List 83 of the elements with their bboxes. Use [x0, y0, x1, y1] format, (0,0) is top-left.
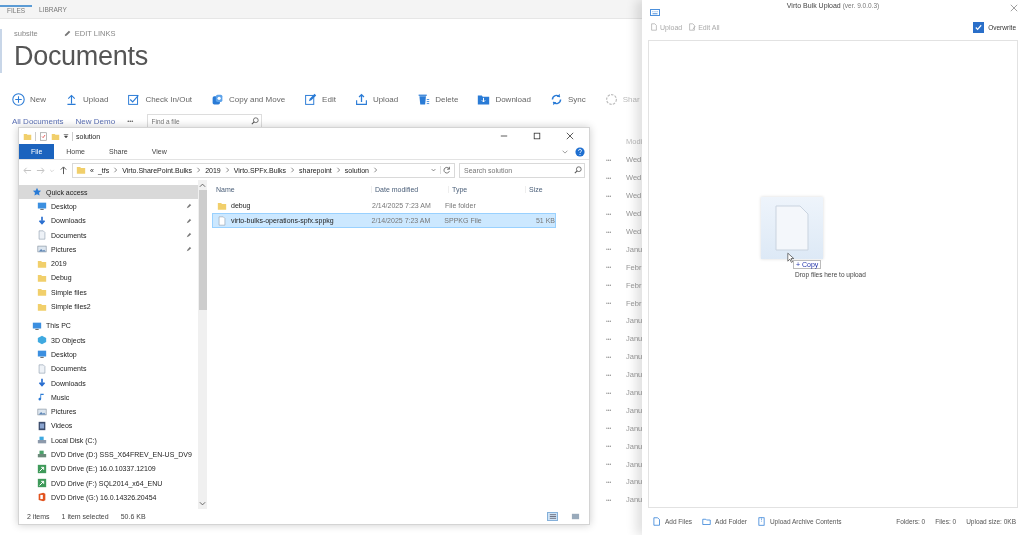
toolbar-button[interactable]: New	[12, 92, 46, 106]
star-icon	[32, 187, 42, 198]
close-icon[interactable]	[566, 132, 574, 140]
drive-icon	[37, 449, 47, 460]
chevron-icon[interactable]	[431, 167, 436, 173]
document-icon	[37, 230, 47, 241]
forward-arrow-icon[interactable]	[36, 165, 45, 175]
document-icon	[650, 23, 658, 31]
thumbnail-view-icon[interactable]	[570, 512, 581, 521]
folder-icon	[37, 301, 47, 312]
chevron-icon[interactable]	[335, 167, 341, 173]
computer-icon	[32, 320, 42, 331]
dropdown-icon[interactable]	[63, 133, 69, 139]
refresh-icon[interactable]	[440, 166, 451, 174]
chevron-icon[interactable]	[224, 167, 230, 173]
monitor-icon	[37, 201, 47, 212]
chevron-icon[interactable]	[372, 167, 378, 173]
folder-icon[interactable]	[23, 131, 32, 141]
trash-icon	[417, 92, 431, 106]
toolbar-button[interactable]: Upload	[354, 92, 399, 106]
document-icon	[37, 363, 47, 374]
drive-icon	[37, 435, 47, 446]
checkmark-icon	[974, 22, 984, 32]
scroll-up-icon[interactable]	[199, 182, 206, 188]
archive-icon	[756, 517, 766, 526]
view-link[interactable]: All Documents	[12, 116, 64, 126]
upload-icon	[65, 92, 78, 106]
view-link[interactable]: New Demo	[75, 116, 116, 126]
folder-icon	[37, 287, 47, 298]
share-icon	[604, 92, 618, 106]
properties-icon[interactable]	[39, 131, 48, 141]
page-title: Documents	[14, 40, 149, 73]
checkbox[interactable]	[973, 21, 985, 33]
keyboard-icon[interactable]	[650, 8, 660, 16]
upload-icon	[354, 92, 368, 106]
chevron-icon[interactable]	[196, 167, 202, 173]
scrollbar[interactable]	[198, 180, 207, 509]
dragged-file-drawing	[761, 197, 823, 259]
search-icon	[251, 117, 260, 125]
folder-icon	[217, 200, 227, 211]
copy-icon	[211, 92, 225, 106]
folder-icon	[702, 517, 712, 526]
toolbar-button[interactable]: Upload	[65, 92, 109, 106]
picture-icon	[37, 244, 47, 255]
toolbar-button[interactable]: Sync	[549, 92, 586, 106]
chevron-icon[interactable]	[290, 167, 296, 173]
folder-icon	[76, 165, 86, 175]
chevron-icon[interactable]	[113, 167, 119, 173]
picture-icon	[37, 406, 47, 417]
download-icon	[37, 378, 47, 388]
details-view-icon[interactable]	[547, 512, 558, 521]
search-icon	[574, 165, 582, 174]
maximize-icon[interactable]	[533, 132, 541, 140]
pencil-icon	[63, 30, 71, 37]
sync-icon	[549, 92, 563, 106]
folder-icon	[37, 258, 47, 269]
download-icon	[37, 215, 47, 226]
toolbar-button[interactable]: Check In/Out	[127, 92, 193, 106]
plus-icon	[12, 92, 25, 106]
monitor-icon	[37, 349, 47, 360]
help-icon[interactable]	[575, 146, 585, 157]
office-icon	[37, 492, 47, 503]
cube-icon	[37, 335, 47, 346]
up-arrow-icon[interactable]	[59, 165, 68, 175]
file-icon	[652, 517, 661, 526]
toolbar-button[interactable]: Delete	[417, 92, 459, 106]
toolbar-button[interactable]: Download	[477, 92, 531, 106]
pencil-icon	[304, 92, 318, 106]
installer-icon	[37, 463, 47, 474]
file-icon	[217, 215, 227, 226]
film-icon	[37, 420, 47, 431]
download-icon	[477, 92, 491, 106]
edit-document-icon	[688, 23, 697, 31]
toolbar-button[interactable]: Copy and Move	[211, 92, 286, 106]
scroll-down-icon[interactable]	[199, 501, 206, 507]
installer-icon	[37, 478, 47, 489]
folder-icon	[37, 272, 47, 283]
toolbar-button[interactable]: Edit	[304, 92, 336, 106]
music-icon	[37, 392, 47, 403]
checkbox-icon	[127, 92, 141, 106]
minimize-icon[interactable]	[500, 132, 508, 140]
back-arrow-icon[interactable]	[23, 165, 32, 175]
cursor-icon	[787, 252, 795, 264]
